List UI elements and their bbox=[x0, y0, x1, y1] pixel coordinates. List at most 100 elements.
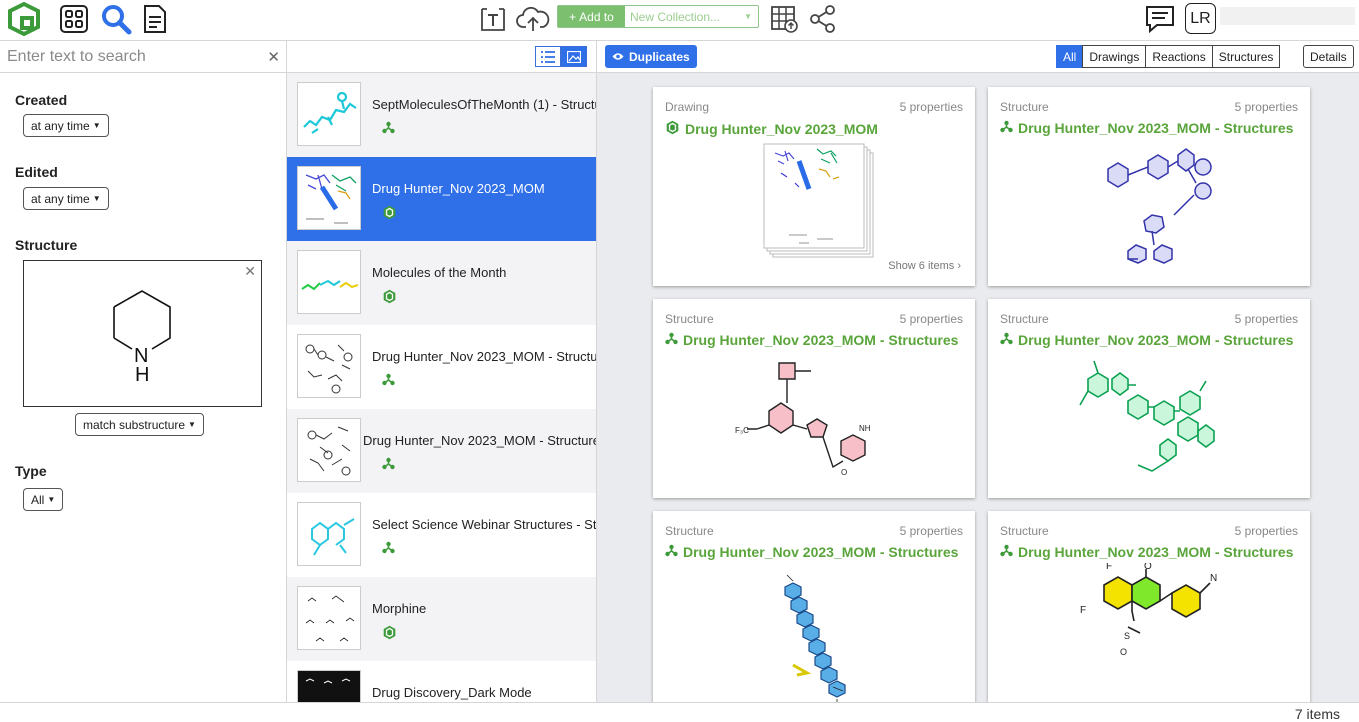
drawing-icon bbox=[382, 205, 397, 225]
caret-down-icon: ▼ bbox=[92, 194, 101, 203]
drawing-icon bbox=[665, 120, 680, 138]
thumbnail-image bbox=[297, 418, 361, 482]
structure-icon bbox=[665, 544, 678, 560]
close-icon[interactable]: ✕ bbox=[244, 263, 256, 280]
add-to-button[interactable]: + Add to bbox=[558, 6, 625, 27]
card-properties-count: 5 properties bbox=[1234, 100, 1298, 114]
result-card[interactable]: Structure 5 properties Drug Hunter_Nov 202… bbox=[988, 299, 1310, 498]
document-icon[interactable] bbox=[141, 3, 169, 35]
list-item[interactable]: Drug Hunter_Nov 2023_MOM bbox=[287, 157, 596, 241]
list-item[interactable]: Select Science Webinar Structures - Stru… bbox=[287, 493, 596, 577]
thumbnail-image bbox=[297, 250, 361, 314]
structure-icon bbox=[382, 373, 395, 391]
created-label: Created bbox=[15, 92, 68, 108]
thumbnail-image bbox=[297, 334, 361, 398]
list-item-title: Drug Hunter_Nov 2023_MOM - Structures bbox=[372, 349, 596, 364]
user-menu[interactable] bbox=[1220, 7, 1355, 25]
structure-icon bbox=[1000, 120, 1013, 136]
structure-icon bbox=[382, 541, 395, 559]
list-item[interactable]: Drug Hunter_Nov 2023_MOM - Structures bbox=[287, 409, 596, 493]
upload-cloud-icon[interactable] bbox=[516, 3, 550, 35]
card-title[interactable]: Drug Hunter_Nov 2023_MOM - Structures bbox=[1000, 332, 1300, 348]
list-item[interactable]: SeptMoleculesOfTheMonth (1) - Structures bbox=[287, 73, 596, 157]
list-item[interactable]: Molecules of the Month bbox=[287, 241, 596, 325]
share-icon[interactable] bbox=[808, 3, 838, 35]
card-properties-count: 5 properties bbox=[1234, 524, 1298, 538]
card-title[interactable]: Drug Hunter_Nov 2023_MOM - Structures bbox=[665, 544, 965, 560]
type-dropdown[interactable]: All ▼ bbox=[23, 488, 64, 511]
thumbnail-image bbox=[297, 670, 361, 702]
caret-down-icon: ▼ bbox=[47, 495, 56, 504]
result-card[interactable]: Drawing 5 properties Drug Hunter_Nov 2023_… bbox=[653, 87, 975, 286]
thumbnail-image bbox=[297, 502, 361, 566]
card-preview-image: F₃C NH O bbox=[733, 351, 903, 491]
thumbnail-image bbox=[297, 166, 361, 230]
structure-icon bbox=[665, 332, 678, 348]
item-count: 7 items bbox=[1294, 706, 1340, 722]
list-item-title: Select Science Webinar Structures - Stru… bbox=[372, 517, 596, 532]
grid-header: Duplicates All Drawings Reactions Structure… bbox=[597, 41, 1359, 73]
tab-all[interactable]: All bbox=[1056, 45, 1084, 68]
list-item-title: Drug Discovery_Dark Mode bbox=[372, 685, 532, 700]
created-dropdown[interactable]: at any time ▼ bbox=[23, 114, 109, 137]
list-item[interactable]: Morphine bbox=[287, 577, 596, 661]
card-properties-count: 5 properties bbox=[899, 100, 963, 114]
list-item-title: Drug Hunter_Nov 2023_MOM bbox=[372, 181, 545, 196]
card-properties-count: 5 properties bbox=[899, 524, 963, 538]
svg-text:S: S bbox=[1124, 631, 1130, 641]
card-title[interactable]: Drug Hunter_Nov 2023_MOM - Structures bbox=[1000, 120, 1300, 136]
svg-text:F: F bbox=[1080, 605, 1086, 616]
list-item[interactable]: Drug Hunter_Nov 2023_MOM - Structures bbox=[287, 325, 596, 409]
tab-drawings[interactable]: Drawings bbox=[1082, 45, 1147, 68]
card-title[interactable]: Drug Hunter_Nov 2023_MOM - Structures bbox=[1000, 544, 1300, 560]
status-bar: 7 items bbox=[0, 702, 1359, 722]
top-toolbar: + Add to New Collection... ▼ LR bbox=[0, 0, 1359, 41]
type-filter-tabs: All Drawings Reactions Structures bbox=[1056, 45, 1281, 68]
dashboard-icon[interactable] bbox=[58, 3, 90, 35]
table-upload-icon[interactable] bbox=[769, 3, 799, 35]
list-icon bbox=[541, 50, 555, 63]
result-card[interactable]: Structure 5 properties Drug Hunter_Nov 202… bbox=[988, 511, 1310, 702]
result-card[interactable]: Structure 5 properties Drug Hunter_Nov 202… bbox=[988, 87, 1310, 286]
card-title[interactable]: Drug Hunter_Nov 2023_MOM - Structures bbox=[665, 332, 965, 348]
chevron-right-icon: › bbox=[957, 260, 961, 272]
duplicates-button[interactable]: Duplicates bbox=[605, 45, 697, 68]
show-items-link[interactable]: Show 6 items › bbox=[888, 260, 961, 272]
thumbnail-image bbox=[297, 586, 361, 650]
filter-panel: ✕ Created at any time▼ Edited at any tim… bbox=[0, 41, 287, 702]
collection-select[interactable]: New Collection... ▼ bbox=[625, 6, 758, 27]
card-preview-image: FOFNSO bbox=[1068, 561, 1238, 702]
list-item[interactable]: Drug Discovery_Dark Mode bbox=[287, 661, 596, 702]
structure-icon bbox=[382, 457, 395, 475]
search-bar: ✕ bbox=[0, 41, 286, 73]
structure-icon bbox=[1000, 544, 1013, 560]
match-mode-dropdown[interactable]: match substructure ▼ bbox=[75, 413, 204, 436]
svg-text:F₃C: F₃C bbox=[735, 426, 749, 435]
app-logo-icon[interactable] bbox=[4, 2, 44, 36]
card-kind: Structure bbox=[1000, 312, 1049, 326]
comments-icon[interactable] bbox=[1144, 3, 1176, 35]
tab-structures[interactable]: Structures bbox=[1211, 45, 1281, 68]
svg-text:O: O bbox=[1120, 647, 1127, 657]
svg-text:NH: NH bbox=[859, 424, 871, 433]
structure-sketcher[interactable]: ✕ N H bbox=[23, 260, 262, 407]
card-preview-image bbox=[733, 563, 903, 702]
card-title[interactable]: Drug Hunter_Nov 2023_MOM bbox=[665, 120, 965, 138]
thumbnail-view-button[interactable] bbox=[561, 46, 587, 67]
edited-dropdown[interactable]: at any time ▼ bbox=[23, 187, 109, 210]
results-list: SeptMoleculesOfTheMonth (1) - Structures… bbox=[287, 41, 597, 702]
avatar[interactable]: LR bbox=[1185, 3, 1216, 34]
search-icon[interactable] bbox=[99, 3, 133, 35]
details-button[interactable]: Details bbox=[1303, 45, 1354, 68]
close-icon[interactable]: ✕ bbox=[267, 48, 280, 66]
card-properties-count: 5 properties bbox=[1234, 312, 1298, 326]
caret-down-icon: ▼ bbox=[92, 121, 101, 130]
result-card[interactable]: Structure 5 properties Drug Hunter_Nov 202… bbox=[653, 299, 975, 498]
list-view-button[interactable] bbox=[535, 46, 561, 67]
search-input[interactable] bbox=[0, 47, 260, 66]
eye-icon bbox=[612, 53, 624, 60]
result-card[interactable]: Structure 5 properties Drug Hunter_Nov 202… bbox=[653, 511, 975, 702]
import-text-icon[interactable] bbox=[478, 3, 508, 35]
tab-reactions[interactable]: Reactions bbox=[1145, 45, 1213, 68]
list-item-title: Morphine bbox=[372, 601, 427, 616]
